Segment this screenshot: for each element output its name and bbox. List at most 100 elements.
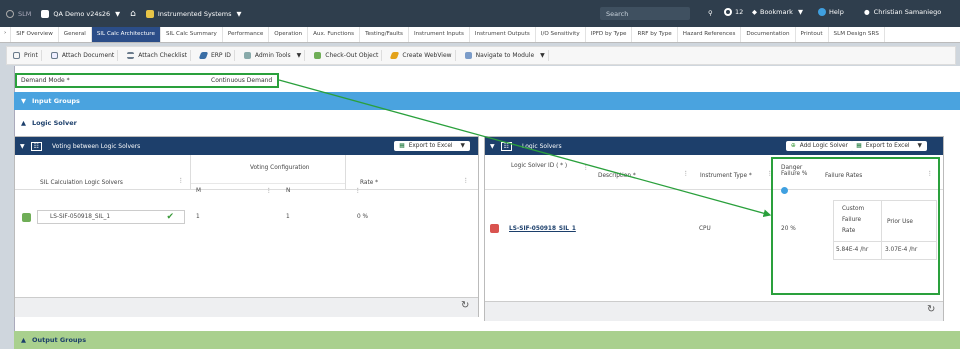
triangle-down-icon: ▼ bbox=[21, 97, 26, 105]
tab-sif-overview[interactable]: SIF Overview bbox=[11, 27, 59, 42]
tab-slm-design-srs[interactable]: SLM Design SRS bbox=[829, 27, 885, 42]
tab-rrf-by-type[interactable]: RRF by Type bbox=[632, 27, 678, 42]
document-icon bbox=[50, 52, 58, 59]
column-header-m: M bbox=[196, 188, 202, 194]
plus-circle-icon: ⊕ bbox=[790, 143, 796, 149]
output-groups-header[interactable]: ▲ Output Groups bbox=[14, 331, 960, 349]
logic-solver-id-link[interactable]: LS-SIF-050918_SIL_1 bbox=[509, 226, 576, 232]
action-toolbar: Print Attach Document Attach Checklist E… bbox=[6, 46, 956, 65]
search-icon[interactable]: ⚲ bbox=[708, 9, 713, 17]
tab-hazard-references[interactable]: Hazard References bbox=[678, 27, 742, 42]
navigate-to-module-button[interactable]: Navigate to Module ▼ bbox=[462, 50, 549, 61]
triangle-up-icon: ▲ bbox=[21, 336, 26, 344]
column-header-description: Description * bbox=[598, 173, 636, 179]
tab-instrument-outputs[interactable]: Instrument Outputs bbox=[470, 27, 536, 42]
grid-icon bbox=[464, 52, 472, 59]
logic-solver-cell[interactable]: LS-SIF-050918_SIL_1 ✔ bbox=[37, 210, 185, 224]
column-menu-icon[interactable]: ⋮ bbox=[463, 178, 469, 184]
tab-testing-faults[interactable]: Testing/Faults bbox=[360, 27, 409, 42]
help-button[interactable]: Help bbox=[818, 8, 844, 16]
delete-row-icon[interactable] bbox=[490, 224, 499, 233]
top-nav-bar: SLM QA Demo v24s26 ▼ ⌂ Instrumented Syste… bbox=[0, 0, 960, 27]
refresh-icon[interactable]: ↻ bbox=[461, 300, 469, 311]
chevron-down-icon: ▼ bbox=[236, 9, 242, 18]
rate-value: 0 % bbox=[357, 214, 369, 220]
column-menu-icon[interactable]: ⋮ bbox=[266, 188, 272, 194]
filter-icon[interactable]: ▼ bbox=[20, 143, 25, 150]
voting-panel-footer bbox=[15, 297, 478, 317]
print-button[interactable]: Print bbox=[10, 50, 42, 61]
logic-solver-header[interactable]: ▲ Logic Solver bbox=[14, 114, 960, 132]
user-menu[interactable]: ● Christian Samaniego bbox=[864, 8, 941, 16]
tab-aux-functions[interactable]: Aux. Functions bbox=[308, 27, 361, 42]
wrench-icon bbox=[243, 52, 251, 59]
column-header-logic-solvers: SIL Calculation Logic Solvers bbox=[40, 180, 123, 186]
tab-instrument-inputs[interactable]: Instrument Inputs bbox=[409, 27, 470, 42]
pencil-icon bbox=[198, 52, 209, 59]
create-webview-button[interactable]: Create WebView bbox=[388, 50, 456, 61]
bookmark-button[interactable]: ◆ Bookmark ▼ bbox=[752, 8, 803, 16]
demand-mode-value[interactable]: Continuous Demand bbox=[207, 77, 272, 84]
module-tabs: › SIF Overview General SIL Calc Architec… bbox=[0, 27, 960, 43]
chevron-down-icon: ▼ bbox=[296, 52, 302, 59]
user-icon: ● bbox=[864, 8, 870, 16]
tab-general[interactable]: General bbox=[59, 27, 92, 42]
column-menu-icon[interactable]: ⋮ bbox=[583, 165, 589, 171]
export-excel-button[interactable]: ▦ Export to Excel ▼ bbox=[394, 141, 470, 151]
help-icon bbox=[818, 8, 826, 16]
tab-documentation[interactable]: Documentation bbox=[741, 27, 796, 42]
demand-mode-field[interactable]: Demand Mode * Continuous Demand bbox=[15, 73, 279, 88]
chevron-down-icon: ▼ bbox=[797, 8, 803, 16]
column-menu-icon[interactable]: ⋮ bbox=[683, 171, 689, 177]
attach-checklist-button[interactable]: Attach Checklist bbox=[124, 50, 191, 61]
chevron-down-icon: ▼ bbox=[540, 52, 545, 59]
module-selector[interactable]: Instrumented Systems ▼ bbox=[145, 9, 242, 18]
export-excel-button[interactable]: ▦ Export to Excel ▼ bbox=[851, 141, 927, 151]
checkmark-icon: ✔ bbox=[166, 212, 174, 222]
tab-io-sensitivity[interactable]: I/O Sensitivity bbox=[536, 27, 586, 42]
column-header-voting-config: Voting Configuration bbox=[250, 165, 310, 171]
notifications-button[interactable]: 12 bbox=[724, 8, 743, 16]
filter-icon[interactable]: ▼ bbox=[490, 143, 495, 150]
erp-id-button[interactable]: ERP ID bbox=[197, 50, 235, 61]
columns-icon[interactable]: ☷ bbox=[30, 141, 43, 151]
column-header-logic-solver-id: Logic Solver ID ( * ) bbox=[511, 163, 568, 169]
tab-printout[interactable]: Printout bbox=[796, 27, 829, 42]
highlight-box bbox=[771, 157, 940, 295]
tab-sil-calc-architecture[interactable]: SIL Calc Architecture bbox=[91, 27, 161, 42]
tab-performance[interactable]: Performance bbox=[223, 27, 270, 42]
slm-menu[interactable]: SLM bbox=[6, 9, 31, 18]
voting-panel: ▼ ☷ Voting between Logic Solvers ▦ Export… bbox=[14, 136, 479, 317]
add-logic-solver-button[interactable]: ⊕ Add Logic Solver bbox=[785, 141, 853, 151]
add-row-icon[interactable] bbox=[22, 213, 31, 222]
voting-panel-header: ▼ ☷ Voting between Logic Solvers ▦ Export… bbox=[15, 137, 478, 155]
logic-solvers-panel-header: ▼ ☷ Logic Solvers ⊕ Add Logic Solver ▦ Exp… bbox=[485, 137, 943, 155]
input-groups-header[interactable]: ▼ Input Groups bbox=[14, 92, 960, 110]
instrument-type-value: CPU bbox=[699, 226, 711, 232]
tab-ipfd-by-type[interactable]: IPFD by Type bbox=[586, 27, 633, 42]
refresh-icon[interactable]: ↻ bbox=[927, 304, 935, 315]
logic-solvers-panel-footer bbox=[485, 301, 943, 321]
admin-tools-button[interactable]: Admin Tools ▼ bbox=[241, 50, 306, 61]
tab-operation[interactable]: Operation bbox=[269, 27, 309, 42]
voting-panel-title: Voting between Logic Solvers bbox=[52, 142, 141, 150]
column-menu-icon[interactable]: ⋮ bbox=[355, 188, 361, 194]
attach-document-button[interactable]: Attach Document bbox=[48, 50, 119, 61]
columns-icon[interactable]: ☷ bbox=[500, 141, 513, 151]
chevron-down-icon: ▼ bbox=[917, 143, 922, 149]
excel-icon: ▦ bbox=[856, 143, 862, 149]
n-value: 1 bbox=[286, 214, 290, 220]
column-menu-icon[interactable]: ⋮ bbox=[178, 178, 184, 184]
project-selector[interactable]: QA Demo v24s26 ▼ bbox=[41, 9, 120, 18]
home-button[interactable]: ⌂ bbox=[130, 9, 136, 19]
search-input[interactable]: Search bbox=[600, 7, 690, 20]
tag-icon: ◆ bbox=[752, 8, 757, 16]
database-icon bbox=[41, 9, 50, 18]
column-header-n: N bbox=[286, 188, 291, 194]
excel-icon: ▦ bbox=[399, 143, 405, 149]
check-out-object-button[interactable]: Check-Out Object bbox=[311, 50, 383, 61]
checklist-icon bbox=[127, 52, 135, 59]
column-header-instrument-type: Instrument Type * bbox=[700, 173, 752, 179]
tab-sil-calc-summary[interactable]: SIL Calc Summary bbox=[161, 27, 223, 42]
tabs-expand-icon[interactable]: › bbox=[0, 27, 12, 42]
